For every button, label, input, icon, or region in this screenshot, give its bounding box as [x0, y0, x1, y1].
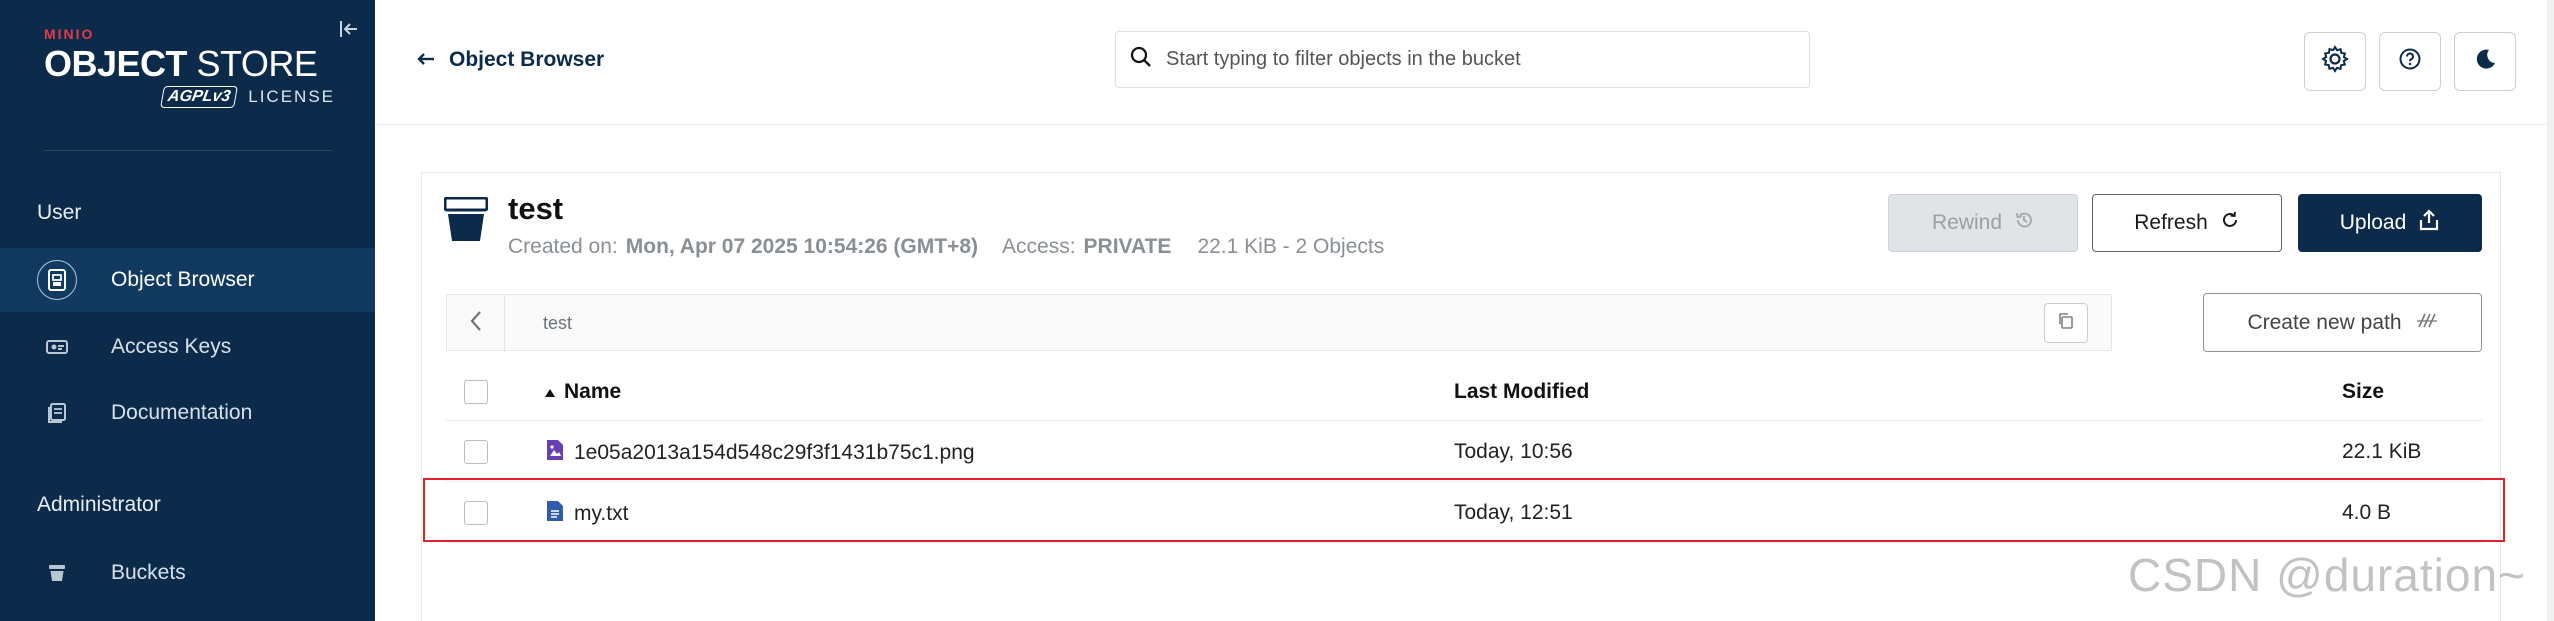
create-new-path-label: Create new path [2247, 310, 2402, 334]
selection-highlight-box [423, 478, 2505, 542]
sidebar-item-label: Documentation [111, 401, 253, 424]
file-name-cell[interactable]: 1e05a2013a154d548c29f3f1431b75c1.png [546, 439, 975, 467]
new-path-icon [2416, 311, 2438, 335]
upload-button[interactable]: Upload [2298, 194, 2482, 252]
chevron-left-icon [469, 309, 483, 338]
arrow-left-icon [417, 48, 435, 72]
rewind-label: Rewind [1931, 211, 2003, 234]
sidebar-item-access-keys[interactable]: Access Keys [0, 315, 375, 379]
copy-path-button[interactable] [2044, 303, 2088, 343]
last-modified-cell: Today, 10:56 [1454, 440, 1573, 463]
sort-ascending-icon [544, 380, 556, 404]
watermark: CSDN @duration~ [2128, 549, 2526, 601]
settings-icon [2320, 44, 2350, 79]
bucket-large-icon [443, 196, 489, 248]
history-icon [2014, 210, 2034, 236]
sidebar: MINIO OBJECT STORE AGPLv3 LICENSE User O… [0, 0, 375, 621]
table-row[interactable]: 1e05a2013a154d548c29f3f1431b75c1.png Tod… [446, 422, 2482, 482]
object-browser-icon [37, 260, 77, 300]
brand-title-rest: STORE [187, 43, 318, 84]
image-file-icon [546, 439, 564, 467]
help-icon [2397, 46, 2423, 77]
license-text: LICENSE [248, 87, 335, 106]
sidebar-item-buckets[interactable]: Buckets [0, 541, 375, 605]
objects-table-header: Name Last Modified Size [446, 363, 2482, 421]
copy-icon [2057, 312, 2075, 335]
collapse-sidebar-icon[interactable] [338, 18, 360, 40]
sidebar-section-user: User [37, 201, 82, 224]
bucket-meta: Created on: Mon, Apr 07 2025 10:54:26 (GM… [508, 235, 1384, 259]
sidebar-item-label: Access Keys [111, 335, 232, 358]
column-header-name[interactable]: Name [544, 380, 621, 404]
search-box[interactable] [1115, 31, 1810, 88]
column-header-size[interactable]: Size [2342, 380, 2384, 404]
bucket-icon [37, 553, 77, 593]
bucket-size-summary: 22.1 KiB - 2 Objects [1197, 235, 1385, 258]
rewind-button[interactable]: Rewind [1888, 194, 2078, 252]
brand-title-bold: OBJECT [44, 43, 188, 84]
refresh-label: Refresh [2134, 211, 2208, 234]
bucket-name: test [508, 191, 564, 226]
access-value: PRIVATE [1083, 235, 1172, 258]
brand-title: OBJECT STORE [44, 44, 335, 84]
select-all-checkbox[interactable] [464, 380, 488, 404]
refresh-icon [2220, 210, 2240, 236]
page-scrollbar[interactable] [2547, 0, 2554, 621]
sidebar-item-label: Object Browser [111, 268, 255, 291]
upload-icon [2418, 209, 2440, 237]
top-header: Object Browser [375, 0, 2554, 125]
agpl-badge: AGPLv3 [160, 86, 239, 108]
refresh-button[interactable]: Refresh [2092, 194, 2282, 252]
documentation-icon [37, 393, 77, 433]
column-header-label: Name [564, 380, 622, 403]
back-label: Object Browser [449, 48, 605, 71]
path-breadcrumb-bar: test [446, 294, 2112, 352]
minio-console: MINIO OBJECT STORE AGPLv3 LICENSE User O… [0, 0, 2554, 621]
sidebar-item-label: Buckets [111, 561, 186, 584]
create-new-path-button[interactable]: Create new path [2203, 293, 2482, 352]
minio-logo: MINIO OBJECT STORE AGPLv3 LICENSE [44, 26, 335, 108]
sidebar-item-documentation[interactable]: Documentation [0, 381, 375, 445]
search-icon [1130, 46, 1152, 73]
search-input[interactable] [1166, 48, 1766, 71]
dark-mode-button[interactable] [2454, 32, 2516, 91]
access-label: Access: [1002, 235, 1076, 258]
column-header-last-modified[interactable]: Last Modified [1454, 380, 1589, 404]
sidebar-section-administrator: Administrator [37, 493, 161, 516]
back-to-object-browser-link[interactable]: Object Browser [417, 48, 604, 72]
created-label: Created on: [508, 235, 618, 258]
size-cell: 22.1 KiB [2342, 440, 2422, 463]
created-value: Mon, Apr 07 2025 10:54:26 (GMT+8) [625, 235, 979, 258]
sidebar-item-object-browser[interactable]: Object Browser [0, 248, 375, 312]
sidebar-divider [44, 150, 332, 151]
path-back-button[interactable] [447, 295, 505, 352]
access-keys-icon [37, 327, 77, 367]
settings-button[interactable] [2304, 32, 2366, 91]
breadcrumb-path[interactable]: test [543, 313, 572, 334]
dark-mode-icon [2472, 46, 2498, 77]
help-button[interactable] [2379, 32, 2441, 91]
upload-label: Upload [2339, 211, 2407, 234]
brand-minio: MINIO [44, 26, 95, 42]
file-name: 1e05a2013a154d548c29f3f1431b75c1.png [574, 441, 975, 464]
brand-license: AGPLv3 LICENSE [160, 86, 335, 108]
row-checkbox[interactable] [464, 440, 488, 464]
